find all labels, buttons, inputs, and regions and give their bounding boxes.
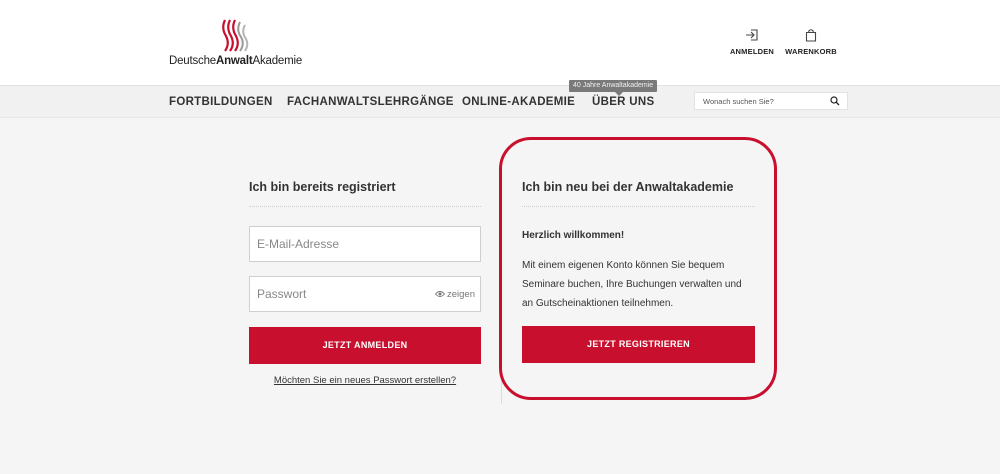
- login-title: Ich bin bereits registriert: [249, 180, 396, 194]
- logo[interactable]: DeutscheAnwaltAkademie: [169, 18, 309, 70]
- login-button[interactable]: JETZT ANMELDEN: [249, 327, 481, 364]
- logo-mark-icon: [222, 19, 249, 52]
- show-password-toggle[interactable]: zeigen: [435, 289, 475, 300]
- logo-text-regular: Deutsche: [169, 55, 216, 67]
- login-link[interactable]: ANMELDEN: [728, 28, 776, 56]
- nav-item-online-akademie[interactable]: ONLINE-AKADEMIE: [462, 96, 575, 108]
- logo-text: DeutscheAnwaltAkademie: [169, 55, 302, 67]
- show-password-label: zeigen: [447, 289, 475, 300]
- nav-item-fortbildungen[interactable]: FORTBILDUNGEN: [169, 96, 273, 108]
- logo-text-regular-2: Akademie: [252, 55, 303, 67]
- register-divider: [522, 206, 755, 207]
- search-input[interactable]: [695, 93, 825, 109]
- email-field[interactable]: [250, 227, 480, 261]
- forgot-password-link[interactable]: Möchten Sie ein neues Passwort erstellen…: [249, 375, 481, 386]
- shopping-bag-icon: [805, 29, 817, 42]
- login-divider: [249, 206, 481, 207]
- main-nav: FORTBILDUNGEN FACHANWALTSLEHRGÄNGE ONLIN…: [0, 80, 1000, 118]
- login-label: ANMELDEN: [729, 47, 775, 56]
- register-button[interactable]: JETZT REGISTRIEREN: [522, 326, 755, 363]
- search-box: [694, 92, 848, 110]
- search-icon[interactable]: [830, 96, 840, 106]
- register-description: Mit einem eigenen Konto können Sie beque…: [522, 260, 742, 309]
- cart-link[interactable]: WARENKORB: [785, 28, 837, 56]
- logo-text-bold: Anwalt: [215, 55, 253, 67]
- welcome-heading: Herzlich willkommen!: [522, 230, 625, 241]
- email-field-wrapper: [249, 226, 481, 262]
- nav-item-ueber-uns[interactable]: ÜBER UNS: [592, 96, 654, 108]
- cart-label: WARENKORB: [785, 47, 837, 56]
- nav-tooltip: 40 Jahre Anwaltakademie: [569, 80, 658, 96]
- password-field-wrapper: zeigen: [249, 276, 481, 312]
- eye-icon: [435, 291, 445, 297]
- nav-item-fachanwaltslehrgaenge[interactable]: FACHANWALTSLEHRGÄNGE: [287, 96, 454, 108]
- login-arrow-icon: [746, 29, 758, 41]
- register-title: Ich bin neu bei der Anwaltakademie: [522, 180, 734, 194]
- site-header: DeutscheAnwaltAkademie ANMELDEN WARENKOR…: [0, 0, 1000, 86]
- column-divider: [501, 160, 502, 404]
